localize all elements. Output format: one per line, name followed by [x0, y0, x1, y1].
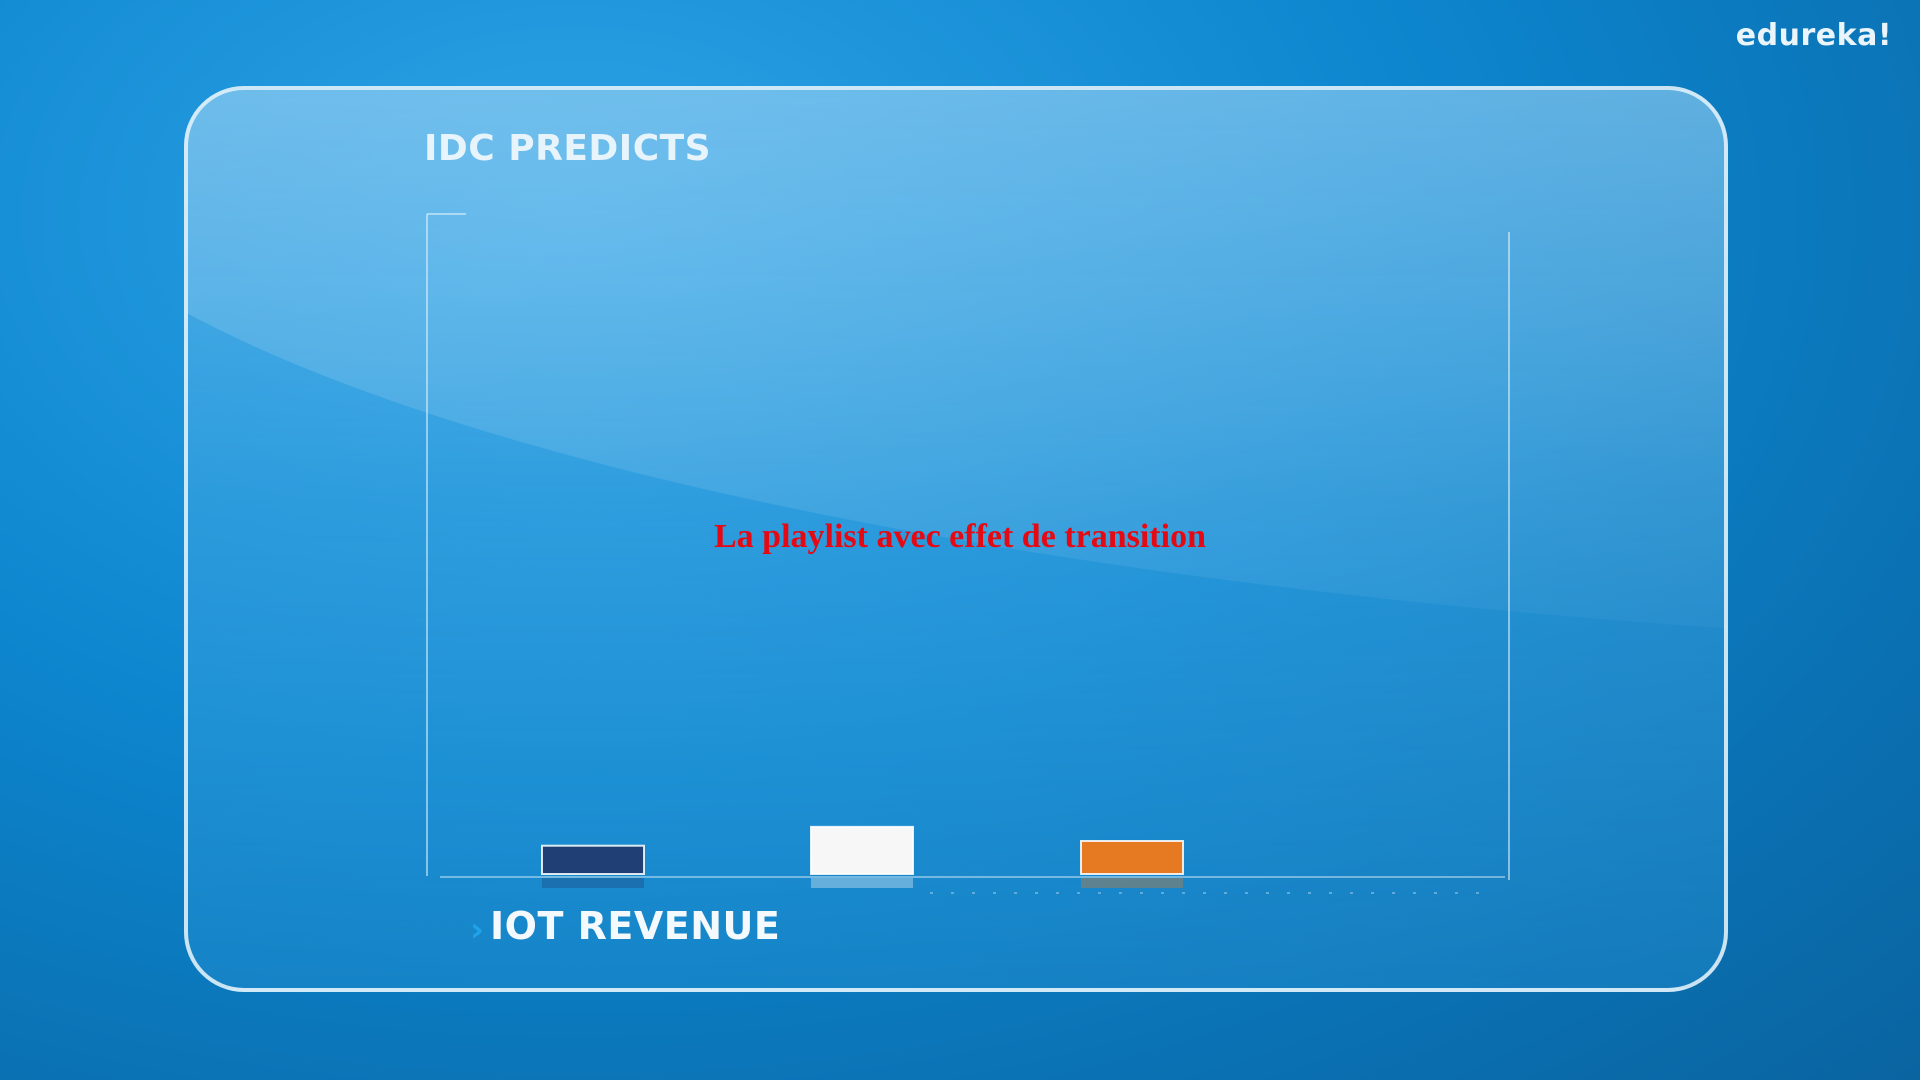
- bar-reflection: [811, 878, 913, 888]
- bar-reflection: [1081, 878, 1183, 888]
- chevron-right-icon: ›: [470, 910, 485, 950]
- bars-group: [541, 825, 1184, 888]
- footer-label: › IOT REVENUE: [470, 904, 781, 950]
- x-axis-label: IOT REVENUE: [490, 904, 781, 948]
- bar-reflection: [542, 878, 644, 888]
- bar-2: [810, 825, 914, 875]
- playlist-overlay-text: La playlist avec effet de transition: [714, 518, 1206, 555]
- bar-3: [1080, 840, 1184, 875]
- bar-1: [541, 844, 645, 876]
